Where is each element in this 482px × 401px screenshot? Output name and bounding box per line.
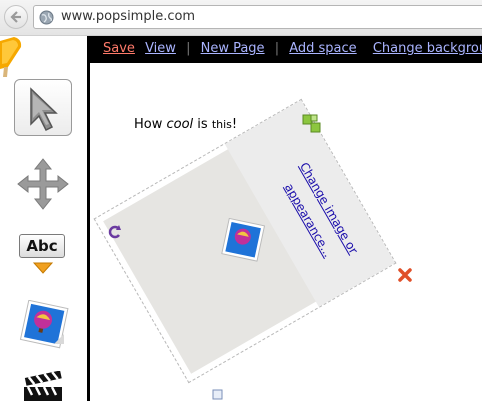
popsicle-logo-icon — [0, 37, 22, 77]
editor-menu-bar: Save View | New Page | Add space Change … — [90, 36, 482, 63]
view-link[interactable]: View — [145, 41, 176, 56]
move-tool[interactable] — [17, 158, 69, 210]
image-tool[interactable] — [18, 299, 70, 350]
menu-separator: | — [274, 41, 280, 56]
clapperboard-icon — [24, 370, 62, 401]
balloon-image-icon — [19, 299, 69, 349]
browser-toolbar: www.popsimple.com — [0, 0, 482, 36]
delete-icon[interactable] — [397, 267, 413, 283]
save-link[interactable]: Save — [103, 41, 135, 56]
new-page-link[interactable]: New Page — [201, 41, 265, 56]
arrow-pointer-icon — [30, 87, 58, 132]
back-button[interactable] — [4, 5, 28, 29]
change-background-link[interactable]: Change backgrou — [373, 41, 482, 56]
rotate-handle-icon[interactable] — [107, 224, 123, 240]
canvas-text-item[interactable]: How cool is this! — [134, 117, 237, 132]
dropdown-triangle-icon — [33, 262, 53, 274]
globe-icon — [39, 10, 54, 25]
abc-text-icon: Abc — [19, 234, 65, 258]
add-space-link[interactable]: Add space — [289, 41, 356, 56]
url-text: www.popsimple.com — [61, 9, 196, 24]
resize-handle-icon[interactable] — [301, 113, 323, 135]
corner-handle-icon[interactable] — [211, 389, 225, 401]
select-tool[interactable] — [14, 79, 72, 136]
text-tool[interactable]: Abc — [17, 232, 69, 276]
menu-separator: | — [186, 41, 191, 56]
back-arrow-icon — [10, 11, 21, 23]
video-tool[interactable] — [20, 370, 66, 401]
address-bar[interactable]: www.popsimple.com — [33, 5, 482, 29]
move-arrows-icon — [17, 158, 69, 210]
